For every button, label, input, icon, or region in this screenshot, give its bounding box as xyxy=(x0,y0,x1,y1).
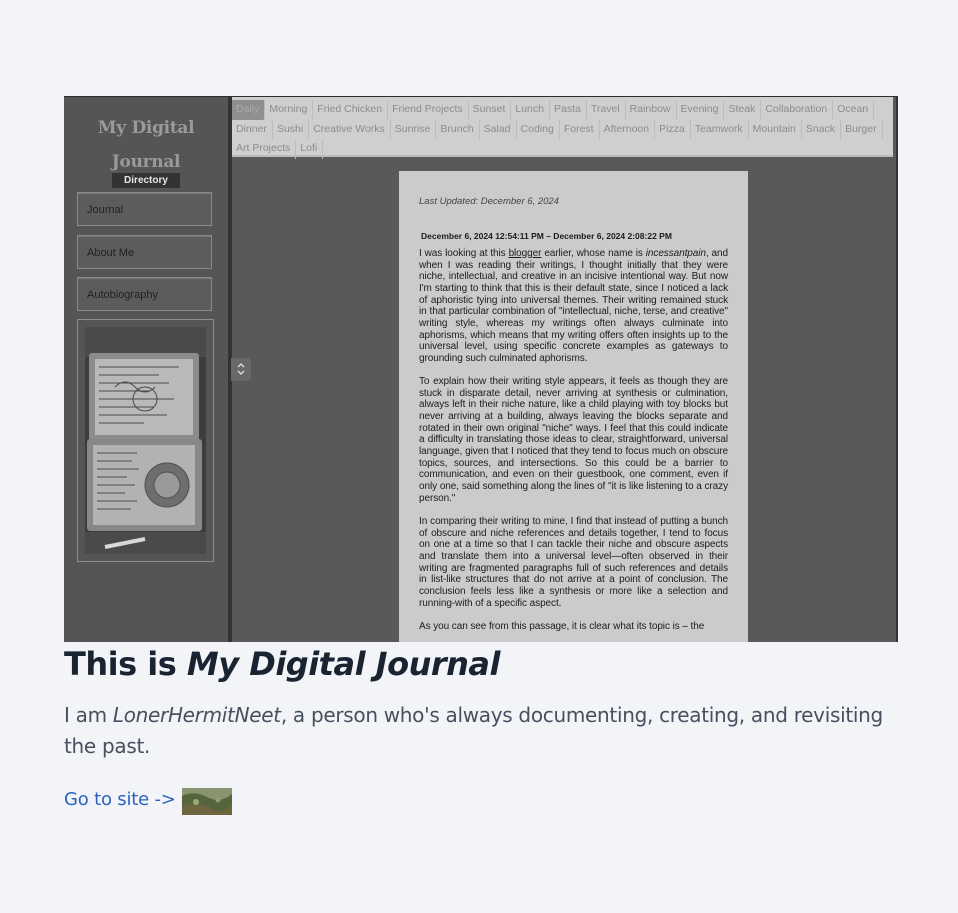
entry-paragraph-1: I was looking at this blogger earlier, w… xyxy=(419,248,728,365)
project-heading: This is My Digital Journal xyxy=(64,642,500,686)
tag-friend-projects: Friend Projects xyxy=(388,100,469,120)
tag-art-projects: Art Projects xyxy=(232,139,297,159)
tag-travel: Travel xyxy=(587,100,626,120)
author-name: LonerHermitNeet xyxy=(112,703,281,727)
tag-coding: Coding xyxy=(517,119,560,139)
journal-photo-art xyxy=(85,327,206,554)
entry-text: earlier, whose name is xyxy=(541,248,646,259)
tag-dinner: Dinner xyxy=(232,119,273,139)
journal-entry-page: Last Updated: December 6, 2024 December … xyxy=(399,171,748,642)
updown-chevron-icon xyxy=(231,358,251,381)
directory-label: Directory xyxy=(112,173,180,188)
tag-afternoon: Afternoon xyxy=(600,119,656,139)
tag-steak: Steak xyxy=(724,100,762,120)
entry-text: , and when I was reading their writings,… xyxy=(419,248,729,364)
site-sidebar: My Digital Journal Directory Journal Abo… xyxy=(64,97,228,642)
tag-pasta: Pasta xyxy=(550,100,587,120)
tag-evening: Evening xyxy=(677,100,725,120)
blogger-name: incessantpain xyxy=(645,248,706,259)
entry-paragraph-2: To explain how their writing style appea… xyxy=(419,376,728,504)
tag-forest: Forest xyxy=(560,119,600,139)
tag-snack: Snack xyxy=(802,119,842,139)
tag-creative-works: Creative Works xyxy=(309,119,391,139)
heading-title: My Digital Journal xyxy=(186,645,501,683)
tag-lofi: Lofi xyxy=(296,139,324,159)
tag-mountain: Mountain xyxy=(749,119,802,139)
tag-sushi: Sushi xyxy=(273,119,310,139)
entry-date-range: December 6, 2024 12:54:11 PM – December … xyxy=(421,231,672,241)
tag-burger: Burger xyxy=(841,119,883,139)
site-preview-screenshot: My Digital Journal Directory Journal Abo… xyxy=(64,96,898,642)
go-to-site-link[interactable]: Go to site -> xyxy=(64,788,176,812)
tag-rainbow: Rainbow xyxy=(626,100,677,120)
tag-salad: Salad xyxy=(480,119,517,139)
last-updated: Last Updated: December 6, 2024 xyxy=(419,196,559,207)
tag-fried-chicken: Fried Chicken xyxy=(313,100,389,120)
tag-sunset: Sunset xyxy=(469,100,512,120)
tag-teamwork: Teamwork xyxy=(691,119,749,139)
nav-autobiography-button: Autobiography xyxy=(77,277,212,311)
tag-sunrise: Sunrise xyxy=(391,119,437,139)
blogger-link: blogger xyxy=(508,248,542,259)
site-thumbnail[interactable] xyxy=(182,788,232,815)
tag-pizza: Pizza xyxy=(655,119,691,139)
nav-journal-button: Journal xyxy=(77,192,212,226)
journal-photo-frame xyxy=(77,319,214,562)
project-description: I am LonerHermitNeet, a person who's alw… xyxy=(64,700,884,762)
tag-ocean: Ocean xyxy=(833,100,875,120)
nav-about-me-button: About Me xyxy=(77,235,212,269)
heading-prefix: This is xyxy=(64,645,187,683)
tag-brunch: Brunch xyxy=(436,119,480,139)
journal-photo xyxy=(85,327,206,554)
entry-text: I was looking at this xyxy=(419,248,509,259)
tag-daily: Daily xyxy=(232,100,266,120)
site-title: My Digital Journal xyxy=(64,111,228,179)
description-prefix: I am xyxy=(64,703,113,727)
tag-lunch: Lunch xyxy=(511,100,550,120)
site-thumbnail-art xyxy=(182,788,232,815)
site-title-line1: My Digital xyxy=(97,118,195,138)
tag-collaboration: Collaboration xyxy=(761,100,834,120)
entry-paragraph-4: As you can see from this passage, it is … xyxy=(419,620,705,632)
tag-morning: Morning xyxy=(265,100,314,120)
entry-paragraph-3: In comparing their writing to mine, I fi… xyxy=(419,515,728,609)
tag-bar: Daily Morning Fried Chicken Friend Proje… xyxy=(232,97,893,159)
